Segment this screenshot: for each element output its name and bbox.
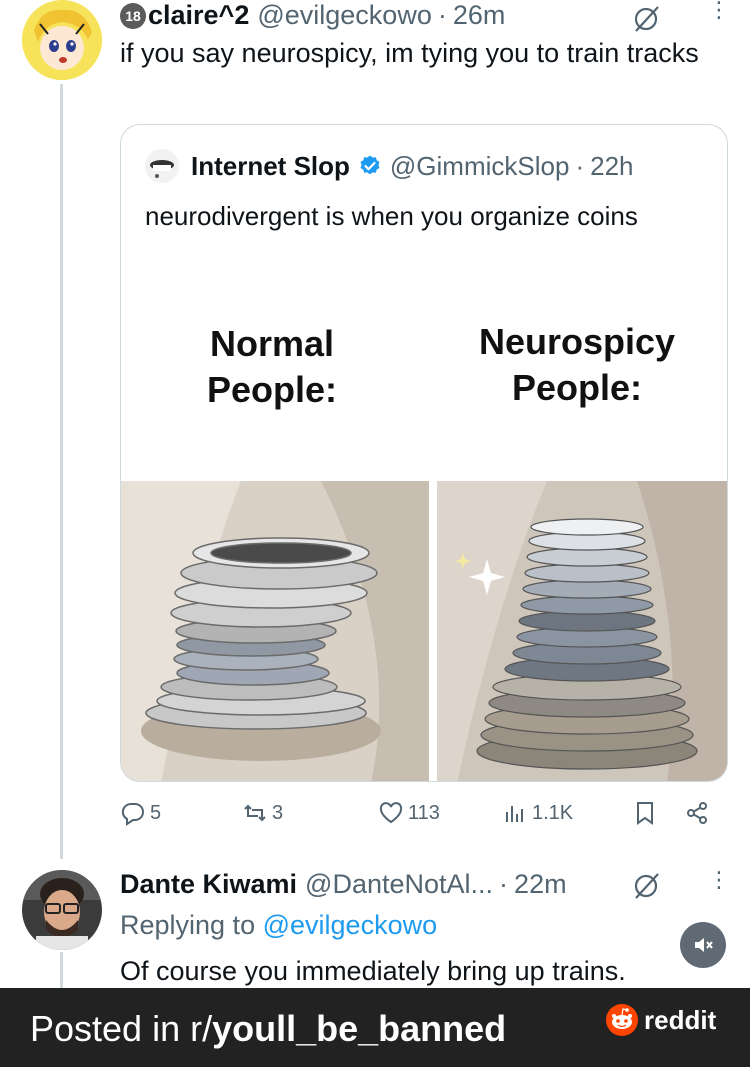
like-count: 113: [408, 801, 440, 824]
reddit-wordmark: reddit: [644, 1004, 717, 1035]
post-time[interactable]: 26m: [453, 0, 506, 31]
repost-button[interactable]: 3: [242, 800, 283, 826]
coin-stack-neat-photo: [437, 481, 727, 781]
like-icon: [379, 802, 403, 824]
grok-icon[interactable]: [632, 4, 662, 34]
meme-right-label: Neurospicy People:: [478, 321, 676, 408]
mute-icon: [695, 938, 713, 952]
reply-more-icon[interactable]: ⋮: [708, 869, 730, 891]
share-icon: [687, 802, 707, 824]
quote-display-name[interactable]: Internet Slop: [191, 151, 350, 182]
verified-icon: [358, 154, 382, 178]
views-button[interactable]: 1.1K: [502, 800, 573, 826]
quote-separator: ·: [575, 150, 585, 181]
meme-left-label: Normal People:: [206, 323, 338, 410]
repost-icon: [244, 804, 266, 822]
reply-separator: ·: [499, 869, 509, 899]
replying-to-line: Replying to @evilgeckowo: [120, 906, 437, 945]
post-header: 18 claire^2 @evilgeckowo · 26m: [120, 0, 505, 31]
reply-button[interactable]: 5: [120, 800, 161, 826]
reply-display-name[interactable]: Dante Kiwami: [120, 869, 297, 900]
quote-time[interactable]: 22h: [590, 151, 633, 182]
meme-image[interactable]: Normal People: Neurospicy People:: [121, 289, 727, 781]
reply-header: Dante Kiwami @DanteNotAl... · 22m: [120, 869, 567, 900]
like-button[interactable]: 113: [378, 800, 440, 826]
quoted-post-card[interactable]: Internet Slop @GimmickSlop · 22h neurodi…: [120, 124, 728, 782]
coin-stack-messy-photo: [121, 481, 429, 781]
reply-grok-icon[interactable]: [632, 871, 662, 901]
reply-handle[interactable]: @DanteNotAl...: [305, 869, 493, 900]
author-display-name[interactable]: claire^2: [148, 0, 249, 31]
quote-handle[interactable]: @GimmickSlop: [390, 151, 570, 182]
reddit-snoo-icon: [606, 1004, 638, 1036]
quote-header: Internet Slop @GimmickSlop · 22h: [145, 149, 634, 183]
avatar-dante[interactable]: [22, 870, 102, 950]
views-icon: [506, 806, 523, 822]
author-handle[interactable]: @evilgeckowo: [257, 0, 432, 31]
post-actions: 5 3 113 1.1K: [120, 800, 728, 834]
reply-icon: [121, 802, 144, 826]
bookmark-icon: [637, 802, 653, 825]
replying-prefix: Replying to: [120, 910, 256, 940]
reddit-logo[interactable]: reddit: [606, 1004, 716, 1036]
repost-count: 3: [272, 801, 284, 824]
post-text: if you say neurospicy, im tying you to t…: [120, 38, 699, 68]
thread-line-lower: [60, 952, 63, 988]
bookmark-button[interactable]: [632, 800, 662, 826]
reply-text: Of course you immediately bring up train…: [120, 956, 626, 986]
quote-text: neurodivergent is when you organize coin…: [145, 201, 638, 231]
posted-in-text: Posted in r/youll_be_banned: [30, 1008, 507, 1049]
subreddit-name[interactable]: youll_be_banned: [212, 1008, 506, 1049]
replying-to-link[interactable]: @evilgeckowo: [263, 910, 438, 940]
reply-count: 5: [150, 801, 162, 824]
more-icon[interactable]: ⋮: [708, 0, 730, 21]
reply-time[interactable]: 22m: [514, 869, 567, 900]
reddit-footer: Posted in r/youll_be_banned reddit: [0, 988, 750, 1067]
photo-divider: [429, 481, 437, 781]
separator-dot: ·: [437, 0, 447, 30]
quote-avatar[interactable]: [145, 149, 179, 183]
views-count: 1.1K: [532, 801, 574, 824]
age-badge: 18: [120, 2, 146, 29]
mute-button[interactable]: [680, 922, 726, 968]
share-button[interactable]: [684, 800, 714, 826]
avatar-claire[interactable]: [22, 0, 102, 80]
thread-line: [60, 84, 63, 859]
